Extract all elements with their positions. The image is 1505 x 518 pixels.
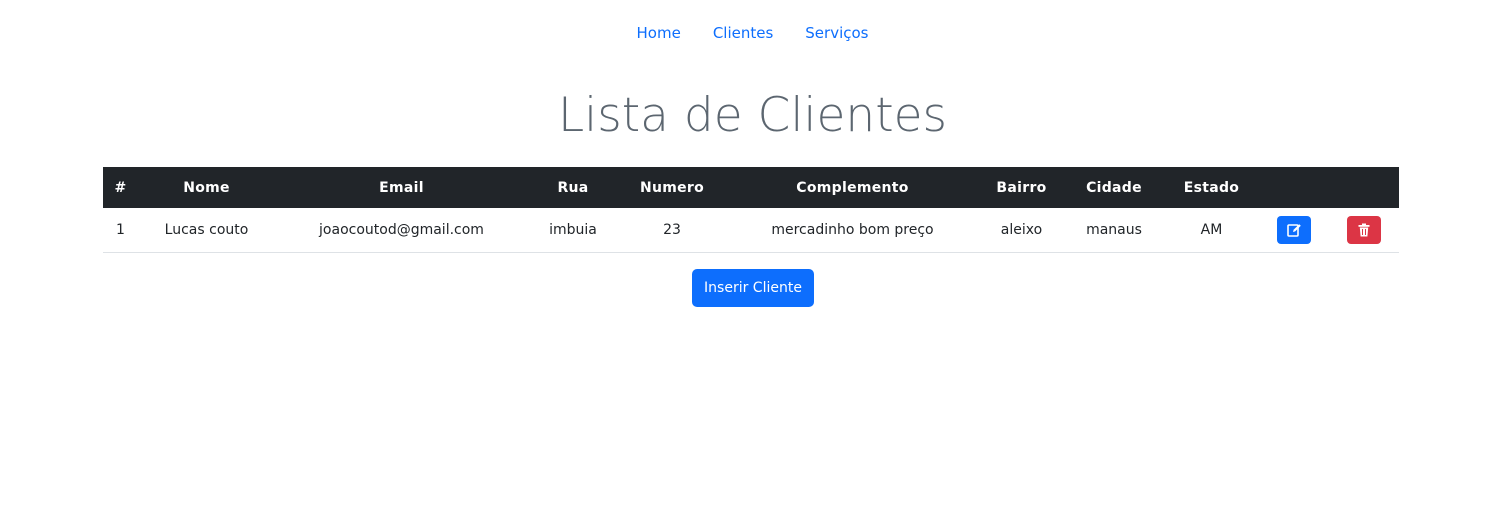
edit-button[interactable]	[1277, 215, 1311, 244]
table-row: 1 Lucas couto joaocoutod@gmail.com imbui…	[103, 208, 1399, 252]
insert-wrapper: Inserir Cliente	[0, 269, 1505, 307]
cell-bairro: aleixo	[1000, 221, 1043, 238]
header-rua: Rua	[557, 179, 589, 196]
table-header: # Nome Email Rua Numero Complemento Bair…	[103, 167, 1399, 208]
cell-edit	[1259, 208, 1329, 252]
delete-button[interactable]	[1347, 215, 1381, 244]
header-edit	[1259, 167, 1329, 208]
header-id: #	[114, 179, 127, 196]
page: Home Clientes Serviços Lista de Clientes	[0, 0, 1505, 518]
edit-icon	[1287, 223, 1301, 237]
header-numero: Numero	[639, 179, 705, 196]
header-cidade: Cidade	[1086, 179, 1142, 196]
trash-icon	[1358, 223, 1370, 237]
cell-cidade: manaus	[1086, 221, 1142, 238]
header-email: Email	[379, 179, 424, 196]
cell-email: joaocoutod@gmail.com	[319, 221, 484, 238]
nav-link-clientes[interactable]: Clientes	[697, 23, 789, 43]
cell-delete	[1329, 208, 1399, 252]
cell-estado: AM	[1200, 221, 1223, 238]
clients-table: # Nome Email Rua Numero Complemento Bair…	[103, 167, 1399, 253]
header-estado: Estado	[1183, 179, 1240, 196]
table-body: 1 Lucas couto joaocoutod@gmail.com imbui…	[103, 208, 1399, 252]
cell-numero: 23	[663, 221, 681, 238]
insert-client-button[interactable]: Inserir Cliente	[692, 269, 814, 307]
table-header-row: # Nome Email Rua Numero Complemento Bair…	[103, 167, 1399, 208]
page-title: Lista de Clientes	[557, 88, 948, 143]
nav-link-home[interactable]: Home	[621, 23, 697, 43]
header-nome: Nome	[183, 179, 230, 196]
header-bairro: Bairro	[996, 179, 1047, 196]
cell-id: 1	[116, 221, 125, 238]
clients-table-wrapper: # Nome Email Rua Numero Complemento Bair…	[103, 167, 1399, 253]
cell-nome: Lucas couto	[164, 221, 249, 238]
header-complemento: Complemento	[796, 179, 909, 196]
cell-rua: imbuia	[549, 221, 597, 238]
cell-complemento: mercadinho bom preço	[771, 221, 934, 238]
nav-link-servicos[interactable]: Serviços	[789, 23, 884, 43]
top-nav: Home Clientes Serviços	[0, 0, 1505, 66]
header-delete	[1329, 167, 1399, 208]
